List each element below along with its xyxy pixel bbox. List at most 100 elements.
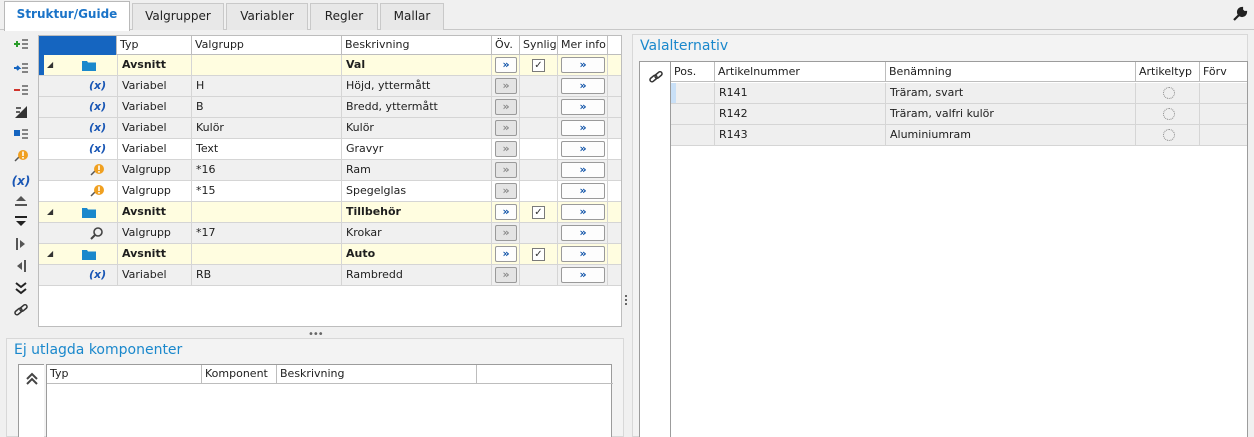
header-row-selector[interactable] [39, 36, 117, 55]
rule-warning-icon [90, 164, 104, 176]
table-row[interactable]: Valgrupp *16 Ram»» [39, 160, 621, 181]
header-synlig[interactable]: Synlig [520, 36, 558, 55]
table-row[interactable]: (x) Variabel RB Rambredd»» [39, 265, 621, 286]
table-row[interactable]: (x) Variabel B Bredd, yttermått»» [39, 97, 621, 118]
move-section-icon[interactable] [10, 127, 32, 147]
option-row[interactable]: R141 Träram, svart [671, 83, 1247, 104]
header-beskrivning[interactable]: Beskrivning [342, 36, 492, 55]
more-info-button[interactable]: » [561, 120, 605, 136]
unplaced-components-title: Ej utlagda komponenter [14, 342, 183, 358]
search-icon [90, 227, 103, 240]
bl-header-beskrivning[interactable]: Beskrivning [277, 365, 477, 384]
cell-beskrivning: Rambredd [342, 265, 492, 285]
table-row[interactable]: (x) Variabel Kulör Kulör»» [39, 118, 621, 139]
bl-header-extra[interactable] [477, 365, 613, 384]
override-button[interactable]: » [495, 204, 517, 220]
tab-valgrupper[interactable]: Valgrupper [132, 3, 224, 30]
option-row[interactable]: R143 Aluminiumram [671, 125, 1247, 146]
override-button[interactable]: » [495, 120, 517, 136]
override-button[interactable]: » [495, 267, 517, 283]
tab-mallar[interactable]: Mallar [380, 3, 444, 30]
clear-icon[interactable] [10, 105, 32, 125]
cell-typ: Avsnitt [117, 55, 192, 75]
more-info-button[interactable]: » [561, 267, 605, 283]
more-info-button[interactable]: » [561, 57, 605, 73]
override-button[interactable]: » [495, 141, 517, 157]
more-info-button[interactable]: » [561, 204, 605, 220]
more-info-button[interactable]: » [561, 99, 605, 115]
cell-beskrivning: Val [342, 55, 492, 75]
cell-typ: Valgrupp [117, 223, 192, 243]
more-info-button[interactable]: » [561, 183, 605, 199]
collapse-toggle-icon[interactable]: ◢ [47, 202, 53, 222]
option-row[interactable]: R142 Träram, valfri kulör [671, 104, 1247, 125]
collapse-up-icon[interactable] [18, 364, 44, 437]
variable-icon: (x) [89, 79, 107, 92]
tab-variabler[interactable]: Variabler [226, 3, 308, 30]
link-icon[interactable] [10, 303, 32, 323]
override-button[interactable]: » [495, 246, 517, 262]
section-row[interactable]: ◢ Avsnitt Val» ✓» [39, 55, 621, 76]
table-row[interactable]: (x) Variabel Text Gravyr»» [39, 139, 621, 160]
header-artikelnummer[interactable]: Artikelnummer [715, 62, 886, 82]
collapse-toggle-icon[interactable]: ◢ [47, 55, 53, 75]
tab-struktur-guide[interactable]: Struktur/Guide [4, 1, 130, 31]
structure-toolbar: (x) [8, 35, 36, 327]
move-down-icon[interactable] [10, 215, 32, 235]
cell-typ: Variabel [117, 139, 192, 159]
table-row[interactable]: (x) Variabel H Höjd, yttermått»» [39, 76, 621, 97]
visible-checkbox[interactable]: ✓ [532, 59, 545, 72]
more-info-button[interactable]: » [561, 246, 605, 262]
variable-icon[interactable]: (x) [10, 171, 32, 191]
add-row-icon[interactable] [10, 37, 32, 57]
link-icon[interactable] [648, 70, 664, 84]
cell-forv [1200, 83, 1247, 103]
collapse-toggle-icon[interactable]: ◢ [47, 244, 53, 264]
more-info-button[interactable]: » [561, 225, 605, 241]
override-button[interactable]: » [495, 99, 517, 115]
header-artikeltyp[interactable]: Artikeltyp [1136, 62, 1200, 82]
table-row[interactable]: Valgrupp *15 Spegelglas»» [39, 181, 621, 202]
visible-checkbox[interactable]: ✓ [532, 248, 545, 261]
cell-valgrupp: Text [192, 139, 342, 159]
section-row[interactable]: ◢ Avsnitt Auto» ✓» [39, 244, 621, 265]
insert-row-icon[interactable] [10, 61, 32, 81]
expand-all-icon[interactable] [10, 281, 32, 301]
outdent-icon[interactable] [10, 259, 32, 279]
header-benamning[interactable]: Benämning [886, 62, 1136, 82]
move-up-icon[interactable] [10, 193, 32, 213]
vertical-splitter[interactable] [624, 293, 628, 309]
table-row[interactable]: Valgrupp *17 Krokar»» [39, 223, 621, 244]
cell-typ: Variabel [117, 265, 192, 285]
more-info-button[interactable]: » [561, 162, 605, 178]
bl-header-typ[interactable]: Typ [47, 365, 202, 384]
rule-warning-icon[interactable] [10, 149, 32, 169]
header-ov[interactable]: Öv. [492, 36, 520, 55]
cell-valgrupp: *17 [192, 223, 342, 243]
header-mer-info[interactable]: Mer info [558, 36, 608, 55]
visible-checkbox[interactable]: ✓ [532, 206, 545, 219]
cell-forv [1200, 104, 1247, 124]
remove-row-icon[interactable] [10, 83, 32, 103]
variable-icon: (x) [89, 100, 107, 113]
cell-synlig [520, 139, 558, 159]
override-button[interactable]: » [495, 225, 517, 241]
override-button[interactable]: » [495, 78, 517, 94]
section-row[interactable]: ◢ Avsnitt Tillbehör» ✓» [39, 202, 621, 223]
override-button[interactable]: » [495, 162, 517, 178]
wrench-icon[interactable] [1232, 6, 1248, 22]
bl-header-komponent[interactable]: Komponent [202, 365, 277, 384]
header-valgrupp[interactable]: Valgrupp [192, 36, 342, 55]
header-pos[interactable]: Pos. [671, 62, 715, 82]
cell-typ: Variabel [117, 118, 192, 138]
structure-grid-header: Typ Valgrupp Beskrivning Öv. Synlig Mer … [39, 36, 621, 55]
variable-icon: (x) [89, 142, 107, 155]
override-button[interactable]: » [495, 57, 517, 73]
override-button[interactable]: » [495, 183, 517, 199]
more-info-button[interactable]: » [561, 78, 605, 94]
indent-icon[interactable] [10, 237, 32, 257]
more-info-button[interactable]: » [561, 141, 605, 157]
tab-regler[interactable]: Regler [310, 3, 378, 30]
header-forv[interactable]: Förv [1200, 62, 1247, 82]
header-typ[interactable]: Typ [117, 36, 192, 55]
